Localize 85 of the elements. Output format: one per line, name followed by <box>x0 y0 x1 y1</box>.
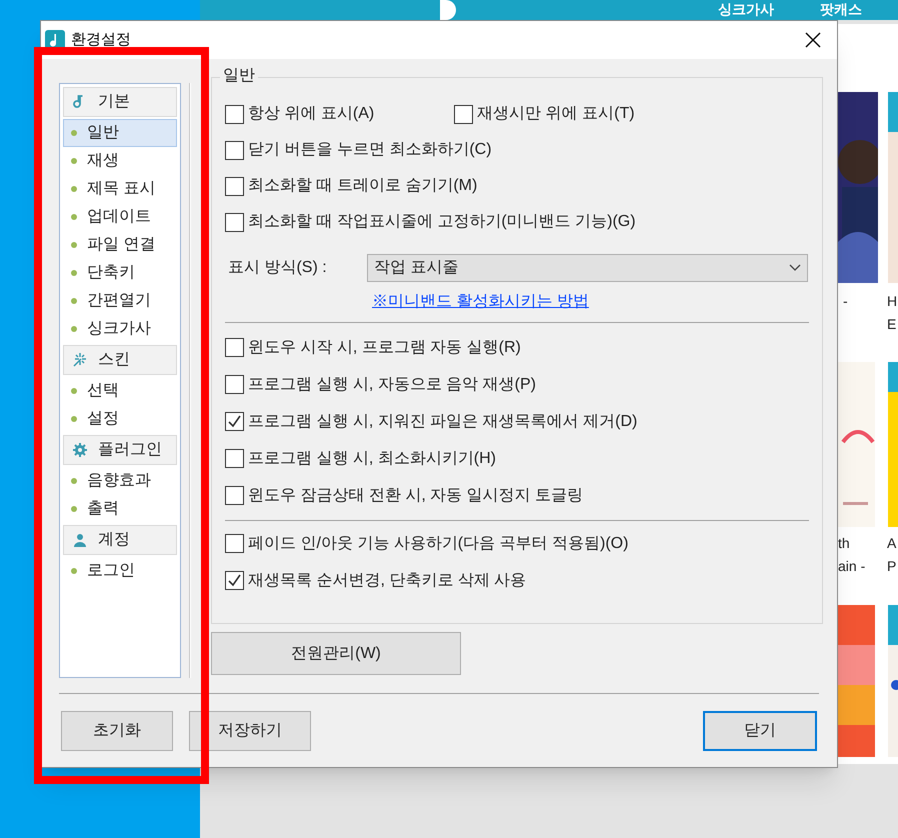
close-icon <box>805 32 821 48</box>
bullet-icon <box>71 158 77 164</box>
checkbox-label: 최소화할 때 작업표시줄에 고정하기(미니밴드 기능)(G) <box>248 212 636 232</box>
checkbox-option[interactable]: 페이드 인/아웃 기능 사용하기(다음 곡부터 적용됨)(O) <box>225 532 628 556</box>
header-label: 계정 <box>98 530 130 550</box>
checkbox[interactable] <box>225 212 244 232</box>
sidebar-item[interactable]: 업데이트 <box>63 203 178 231</box>
bullet-icon <box>71 478 77 484</box>
checkbox-option[interactable]: 프로그램 실행 시, 자동으로 음악 재생(P) <box>225 372 536 396</box>
checkbox-option[interactable]: 재생목록 순서변경, 단축키로 삭제 사용 <box>225 568 526 592</box>
sidebar-item[interactable]: 음향효과 <box>63 467 178 495</box>
window-title: 환경설정 <box>71 30 131 50</box>
display-mode-dropdown[interactable]: 작업 표시줄 <box>367 254 808 282</box>
gear-icon <box>72 442 88 458</box>
sidebar-item[interactable]: 설정 <box>63 405 178 433</box>
field-label: 표시 방식(S) : <box>227 258 328 278</box>
checkbox-label: 프로그램 실행 시, 자동으로 음악 재생(P) <box>248 374 536 394</box>
chevron-down-icon <box>789 264 801 272</box>
checkbox-label: 윈도우 시작 시, 프로그램 자동 실행(R) <box>248 338 521 358</box>
header-label: 플러그인 <box>98 440 162 460</box>
bullet-icon <box>71 214 77 220</box>
sidebar-item[interactable]: 출력 <box>63 495 178 523</box>
sparkle-icon <box>72 352 88 368</box>
sidebar-item[interactable]: 재생 <box>63 147 178 175</box>
checkbox-label: 재생시만 위에 표시(T) <box>477 104 635 124</box>
checkbox[interactable] <box>225 486 244 505</box>
checkbox-label: 페이드 인/아웃 기능 사용하기(다음 곡부터 적용됨)(O) <box>248 534 628 554</box>
bullet-icon <box>71 506 77 512</box>
checkbox[interactable] <box>225 338 244 357</box>
bullet-icon <box>71 186 77 192</box>
checkmark-icon <box>228 574 241 587</box>
checkbox-option[interactable]: 재생시만 위에 표시(T) <box>454 102 635 126</box>
checkbox-option[interactable]: 최소화할 때 작업표시줄에 고정하기(미니밴드 기능)(G) <box>225 210 636 234</box>
sidebar-item[interactable]: 간편열기 <box>63 287 178 315</box>
sidebar-item[interactable]: 로그인 <box>63 557 178 585</box>
checkbox-label: 윈도우 잠금상태 전환 시, 자동 일시정지 토글링 <box>248 486 584 506</box>
checkmark-icon <box>228 415 241 428</box>
dialog-button[interactable]: 초기화 <box>61 710 173 750</box>
dialog-button[interactable]: 닫기 <box>703 710 817 750</box>
checkbox[interactable] <box>225 534 244 553</box>
checkbox[interactable] <box>225 449 244 468</box>
bullet-icon <box>71 242 77 248</box>
caption-text: th ain - <box>838 534 866 576</box>
caption-text: H E <box>887 292 898 334</box>
sidebar-item[interactable]: 싱크가사 <box>63 315 178 343</box>
bullet-icon <box>71 298 77 304</box>
checkbox-option[interactable]: 항상 위에 표시(A) <box>225 102 374 126</box>
caption-text: A P <box>887 534 896 576</box>
sidebar-item[interactable]: 단축키 <box>63 259 178 287</box>
checkbox[interactable] <box>225 412 244 431</box>
checkbox-option[interactable]: 프로그램 실행 시, 지워진 파일은 재생목록에서 제거(D) <box>225 410 638 434</box>
checkbox[interactable] <box>225 140 244 160</box>
header-label: 스킨 <box>98 350 130 370</box>
checkbox-option[interactable]: 윈도우 잠금상태 전환 시, 자동 일시정지 토글링 <box>225 484 584 508</box>
checkbox[interactable] <box>225 104 244 124</box>
checkbox-option[interactable]: 윈도우 시작 시, 프로그램 자동 실행(R) <box>225 336 521 360</box>
power-management-button[interactable]: 전원관리(W) <box>211 632 461 675</box>
checkbox[interactable] <box>225 176 244 196</box>
person-icon <box>72 532 88 548</box>
checkbox-option[interactable]: 최소화할 때 트레이로 숨기기(M) <box>225 174 478 198</box>
checkbox-option[interactable]: 닫기 버튼을 누르면 최소화하기(C) <box>225 138 492 162</box>
header-label: 기본 <box>98 92 130 112</box>
sidebar-item[interactable]: 선택 <box>63 377 178 405</box>
bullet-icon <box>71 568 77 574</box>
checkbox-label: 닫기 버튼을 누르면 최소화하기(C) <box>248 140 492 160</box>
checkbox-label: 재생목록 순서변경, 단축키로 삭제 사용 <box>248 570 526 590</box>
checkbox[interactable] <box>454 104 474 124</box>
checkbox-option[interactable]: 프로그램 실행 시, 최소화시키기(H) <box>225 446 496 470</box>
checkbox-label: 항상 위에 표시(A) <box>248 104 374 124</box>
bullet-icon <box>71 130 77 136</box>
help-link[interactable]: ※미니밴드 활성화시키는 방법 <box>372 290 589 314</box>
bullet-icon <box>71 270 77 276</box>
caption-text: - <box>843 292 848 311</box>
checkbox-label: 프로그램 실행 시, 최소화시키기(H) <box>248 448 496 468</box>
bullet-icon <box>71 416 77 422</box>
checkbox-label: 프로그램 실행 시, 지워진 파일은 재생목록에서 제거(D) <box>248 412 638 432</box>
checkbox[interactable] <box>225 571 244 590</box>
bullet-icon <box>71 326 77 332</box>
bullet-icon <box>71 388 77 394</box>
sidebar-item[interactable]: 일반 <box>63 119 178 147</box>
checkbox[interactable] <box>225 375 244 394</box>
sidebar-item[interactable]: 제목 표시 <box>63 175 178 203</box>
sidebar-item[interactable]: 파일 연결 <box>63 231 178 259</box>
checkbox-label: 최소화할 때 트레이로 숨기기(M) <box>248 176 478 196</box>
dialog-button[interactable]: 저장하기 <box>189 710 311 750</box>
